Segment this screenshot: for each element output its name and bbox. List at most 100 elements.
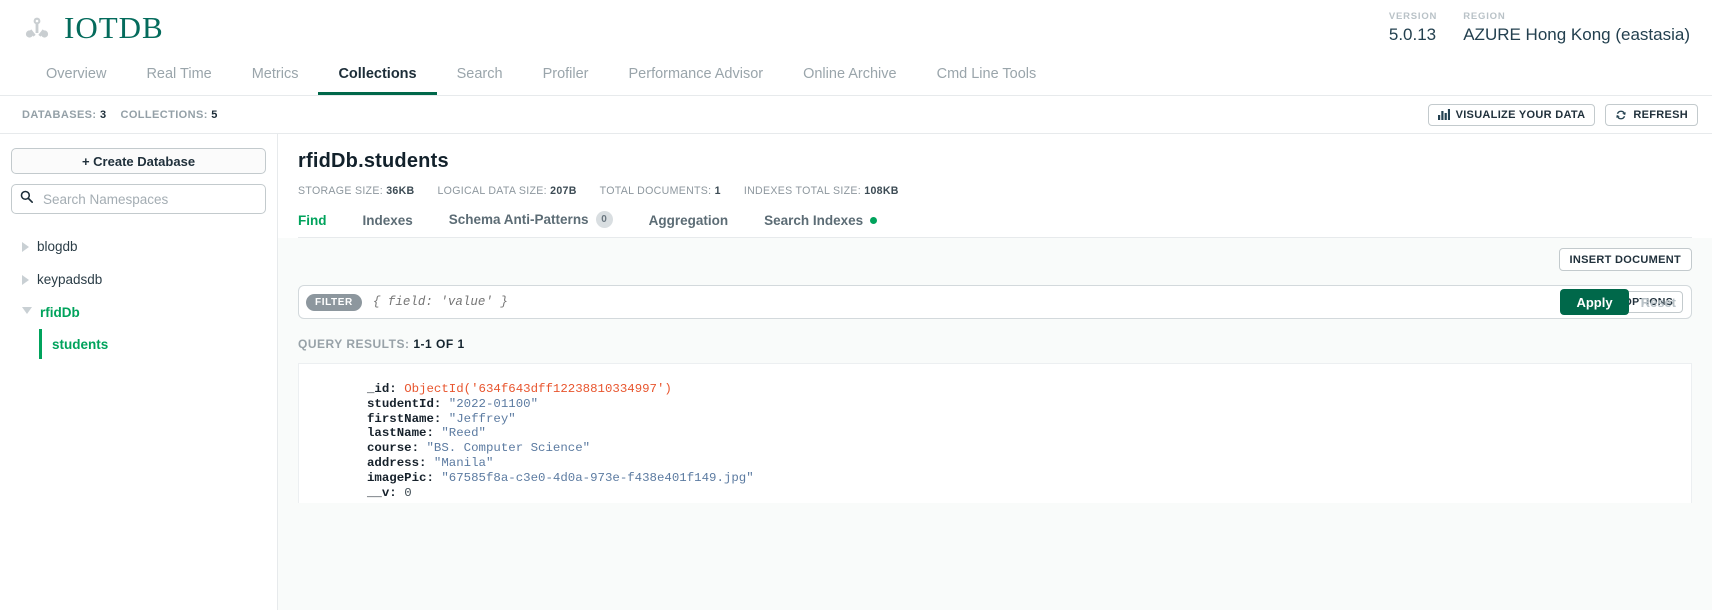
sidebar-item-blogdb[interactable]: blogdb bbox=[11, 230, 266, 263]
document-field-key: imagePic: bbox=[367, 470, 442, 485]
insert-document-button[interactable]: INSERT DOCUMENT bbox=[1558, 248, 1692, 271]
subtab-label: Indexes bbox=[362, 213, 413, 228]
sidebar-item-rfiddb[interactable]: rfidDb bbox=[11, 296, 266, 329]
sidebar-item-label: rfidDb bbox=[40, 305, 80, 320]
nav-tab-label: Profiler bbox=[542, 66, 589, 82]
collection-stat-value: 207B bbox=[550, 185, 577, 197]
collection-header: rfidDb.students STORAGE SIZE: 36KB LOGICA… bbox=[278, 134, 1712, 238]
query-zone: INSERT DOCUMENT FILTER OPTIONS Apply Res… bbox=[278, 238, 1712, 610]
nav-tab-label: Cmd Line Tools bbox=[936, 66, 1037, 82]
subtab-find[interactable]: Find bbox=[298, 213, 351, 237]
collections-value: 5 bbox=[211, 108, 218, 121]
nav-tab-real-time[interactable]: Real Time bbox=[126, 56, 231, 95]
subtab-indexes[interactable]: Indexes bbox=[363, 213, 437, 237]
document-field-key: lastName: bbox=[367, 426, 442, 441]
collection-stat-label: INDEXES TOTAL SIZE: bbox=[743, 185, 865, 197]
document-field-key: studentId: bbox=[367, 396, 449, 411]
databases-stat: DATABASES: 3 bbox=[22, 109, 106, 121]
version-label: VERSION bbox=[1388, 11, 1438, 22]
bar-chart-icon bbox=[1437, 109, 1450, 120]
header-meta: VERSION 5.0.13 REGION AZURE Hong Kong (e… bbox=[1389, 11, 1694, 45]
databases-label: DATABASES: bbox=[22, 108, 97, 121]
nav-tab-cmd-line-tools[interactable]: Cmd Line Tools bbox=[917, 56, 1057, 95]
stats-left: DATABASES: 3 COLLECTIONS: 5 bbox=[22, 109, 218, 121]
region-block: REGION AZURE Hong Kong (eastasia) bbox=[1463, 11, 1690, 45]
document-card[interactable]: _id: ObjectId('634f643dff12238810334997'… bbox=[298, 363, 1692, 503]
document-field-key: _id: bbox=[367, 382, 405, 396]
collection-stat-value: 108KB bbox=[864, 185, 899, 197]
document-field-value: "67585f8a-c3e0-4d0a-973e-f438e401f149.jp… bbox=[441, 470, 754, 485]
subtab-label: Search Indexes bbox=[764, 213, 864, 228]
status-dot-icon bbox=[870, 217, 878, 224]
subtab-search-indexes[interactable]: Search Indexes bbox=[764, 213, 901, 237]
nav-tab-search[interactable]: Search bbox=[437, 56, 523, 95]
chevron-down-icon[interactable] bbox=[22, 306, 32, 319]
collection-stats: STORAGE SIZE: 36KB LOGICAL DATA SIZE: 207… bbox=[298, 185, 1692, 197]
subtab-label: Aggregation bbox=[648, 213, 729, 228]
document-field-value: "Manila" bbox=[433, 455, 494, 470]
visualize-your-data-button[interactable]: VISUALIZE YOUR DATA bbox=[1427, 103, 1596, 126]
refresh-button[interactable]: REFRESH bbox=[1605, 103, 1698, 126]
filter-input[interactable] bbox=[370, 294, 1594, 310]
collection-stat-label: TOTAL DOCUMENTS: bbox=[599, 185, 715, 197]
nav-tab-online-archive[interactable]: Online Archive bbox=[783, 56, 917, 95]
document-field-value: 0 bbox=[404, 485, 412, 500]
document-field: _id: ObjectId('634f643dff12238810334997'… bbox=[367, 382, 1691, 397]
collections-label: COLLECTIONS: bbox=[120, 108, 208, 121]
atom-icon bbox=[22, 13, 52, 43]
body-split: + Create Database blogdb keypadsdb rfidDb s… bbox=[0, 134, 1712, 610]
document-field-value: ObjectId('634f643dff12238810334997') bbox=[404, 382, 672, 396]
filter-chip[interactable]: FILTER bbox=[306, 293, 362, 311]
apply-button[interactable]: Apply bbox=[1560, 289, 1629, 315]
query-results-count: 1-1 OF 1 bbox=[413, 337, 465, 351]
chevron-right-icon[interactable] bbox=[22, 241, 29, 252]
version-block: VERSION 5.0.13 bbox=[1389, 11, 1437, 45]
document-field: imagePic: "67585f8a-c3e0-4d0a-973e-f438e… bbox=[367, 471, 1691, 486]
stats-right: VISUALIZE YOUR DATA REFRESH bbox=[1427, 103, 1698, 126]
document-field-value: "2022-01100" bbox=[448, 396, 539, 411]
database-stats-bar: DATABASES: 3 COLLECTIONS: 5 VISUALIZE YO… bbox=[0, 96, 1712, 134]
collection-stat-label: LOGICAL DATA SIZE: bbox=[437, 185, 551, 197]
page-title: rfidDb.students bbox=[298, 150, 449, 172]
sidebar-item-keypadsdb[interactable]: keypadsdb bbox=[11, 263, 266, 296]
top-bar: IOTDB VERSION 5.0.13 REGION AZURE Hong K… bbox=[0, 0, 1712, 56]
nav-tab-label: Overview bbox=[46, 66, 107, 82]
collection-stat-value: 1 bbox=[714, 185, 721, 197]
query-results-text: QUERY RESULTS: bbox=[298, 337, 410, 351]
nav-tab-label: Online Archive bbox=[803, 66, 897, 82]
nav-tab-profiler[interactable]: Profiler bbox=[523, 56, 609, 95]
document-field-value: "BS. Computer Science" bbox=[426, 441, 591, 456]
document-field-value: "Jeffrey" bbox=[448, 411, 516, 426]
document-field: lastName: "Reed" bbox=[367, 426, 1691, 441]
collection-stat: LOGICAL DATA SIZE: 207B bbox=[437, 185, 576, 197]
search-namespaces-wrapper[interactable] bbox=[11, 184, 266, 214]
visualize-label: VISUALIZE YOUR DATA bbox=[1455, 108, 1586, 121]
subtab-schema-anti-patterns[interactable]: Schema Anti-Patterns 0 bbox=[449, 211, 637, 237]
refresh-label: REFRESH bbox=[1633, 108, 1688, 121]
nav-tab-label: Metrics bbox=[251, 66, 299, 82]
search-icon bbox=[20, 190, 33, 208]
chevron-right-icon[interactable] bbox=[22, 274, 29, 285]
create-database-button[interactable]: + Create Database bbox=[11, 148, 266, 174]
region-label: REGION bbox=[1463, 11, 1506, 22]
nav-tab-overview[interactable]: Overview bbox=[26, 56, 126, 95]
subtab-label: Schema Anti-Patterns bbox=[448, 212, 589, 227]
nav-tab-label: Real Time bbox=[146, 66, 212, 82]
search-namespaces-input[interactable] bbox=[41, 190, 257, 208]
nav-tab-metrics[interactable]: Metrics bbox=[232, 56, 319, 95]
document-field: __v: 0 bbox=[367, 486, 1691, 501]
main-nav-tabs: Overview Real Time Metrics Collections Searc… bbox=[0, 56, 1712, 96]
nav-tab-collections[interactable]: Collections bbox=[318, 56, 437, 95]
subtab-aggregation[interactable]: Aggregation bbox=[649, 213, 753, 237]
reset-button[interactable]: Reset bbox=[1629, 289, 1688, 315]
sidebar-item-label: blogdb bbox=[37, 239, 78, 254]
document-field-key: firstName: bbox=[367, 411, 449, 426]
brand-logo[interactable]: IOTDB bbox=[22, 10, 164, 46]
namespace-tree: blogdb keypadsdb rfidDb students bbox=[11, 230, 266, 359]
nav-tab-performance-advisor[interactable]: Performance Advisor bbox=[609, 56, 784, 95]
sidebar-collection-students[interactable]: students bbox=[39, 329, 266, 359]
document-field: address: "Manila" bbox=[367, 456, 1691, 471]
sidebar-item-label: keypadsdb bbox=[37, 272, 103, 287]
subtab-label: Find bbox=[298, 213, 327, 228]
subtab-badge: 0 bbox=[595, 211, 613, 228]
